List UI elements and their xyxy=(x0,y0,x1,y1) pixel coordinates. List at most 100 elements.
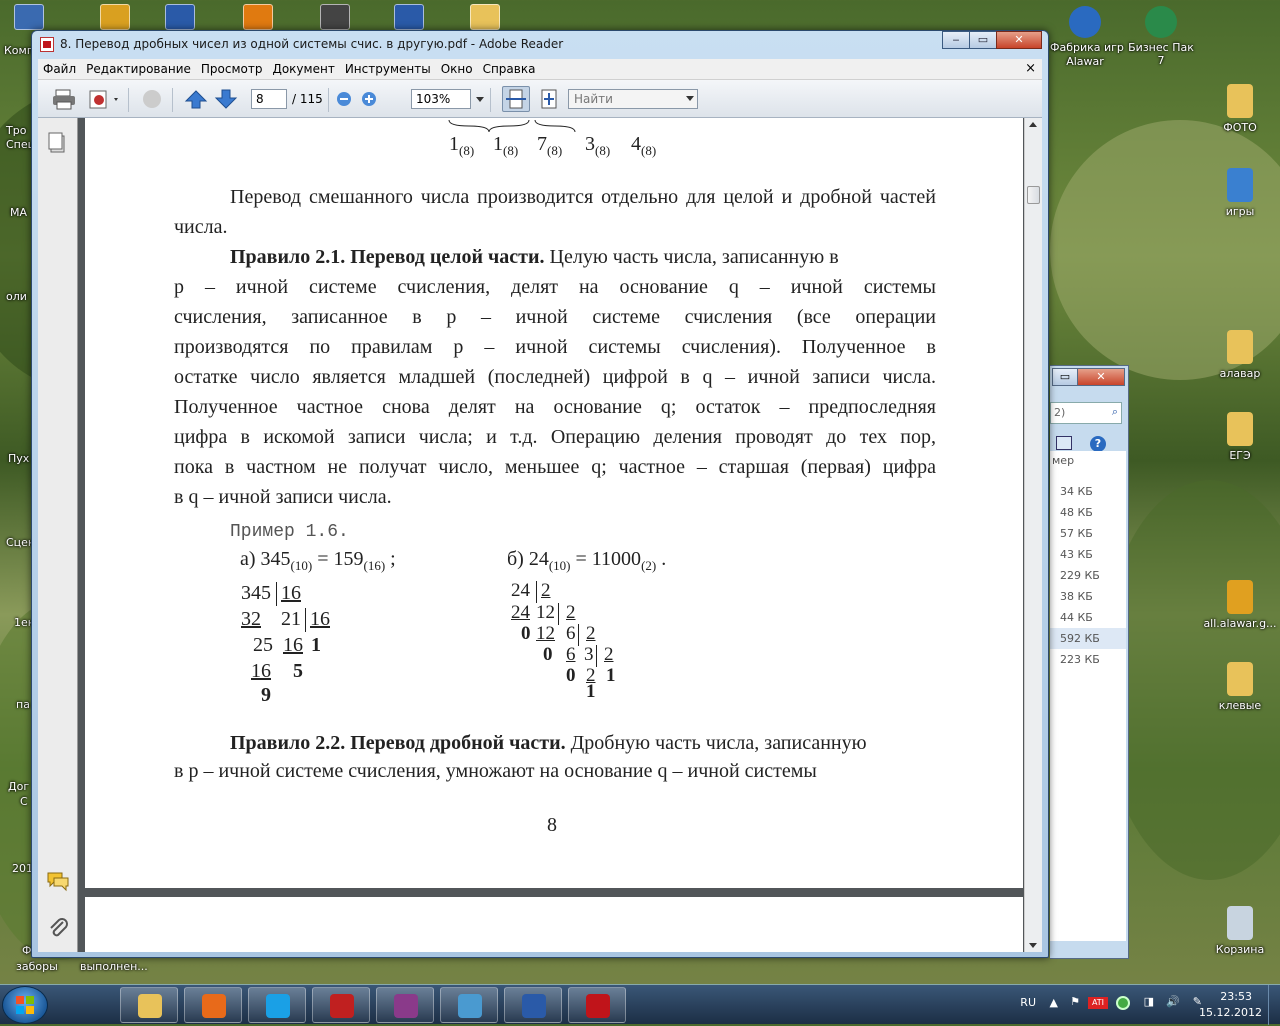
file-size[interactable]: 57 КБ xyxy=(1050,523,1126,544)
close-button[interactable]: ✕ xyxy=(1077,368,1125,386)
rule-2-1-text: Целую часть числа, записанную в xyxy=(549,246,839,268)
maximize-button[interactable]: ▭ xyxy=(969,31,997,49)
taskbar-alawar[interactable] xyxy=(312,987,370,1023)
fit-width-button[interactable] xyxy=(502,86,530,112)
word-doc-icon xyxy=(394,4,424,30)
next-page-button[interactable] xyxy=(214,88,238,110)
file-size[interactable]: 44 КБ xyxy=(1050,607,1126,628)
file-size[interactable]: 223 КБ xyxy=(1050,649,1126,670)
explorer-window[interactable]: ▭ ✕ 2) ⌕ ? мер 34 КБ 48 КБ 57 КБ 43 КБ 229 К… xyxy=(1050,365,1129,959)
desktop-icon[interactable] xyxy=(470,4,506,32)
desktop-icon[interactable] xyxy=(320,4,356,32)
desktop-icon-business-pack[interactable]: Бизнес Пак 7 xyxy=(1126,6,1196,67)
pdf-icon xyxy=(40,37,54,52)
word-icon xyxy=(522,994,546,1018)
desktop-icon[interactable] xyxy=(165,4,201,32)
paperclip-icon[interactable] xyxy=(46,916,70,940)
menu-window[interactable]: Окно xyxy=(436,59,478,79)
rule-2-2-title: Правило 2.2. Перевод дробной части. xyxy=(230,732,566,754)
comments-icon[interactable] xyxy=(46,870,70,892)
desktop-icon-2[interactable]: алавар xyxy=(1200,330,1280,380)
menu-file[interactable]: Файл xyxy=(38,59,81,79)
previous-page-button[interactable] xyxy=(184,88,208,110)
taskbar-adobe-reader[interactable] xyxy=(568,987,626,1023)
minimize-button[interactable]: ‒ xyxy=(942,31,970,49)
desktop-icon-game-factory[interactable]: Фабрика игр Alawar xyxy=(1050,6,1124,69)
taskbar-explorer-folder[interactable] xyxy=(120,987,178,1023)
alawar-icon xyxy=(330,994,354,1018)
flag-icon[interactable]: ⚑ xyxy=(1070,995,1080,1008)
pages-icon[interactable] xyxy=(48,132,68,154)
desktop-icon[interactable] xyxy=(394,4,430,32)
desktop-icon-label: Бизнес Пак 7 xyxy=(1128,41,1194,67)
menu-document[interactable]: Документ xyxy=(267,59,339,79)
desktop-icon-label: ЕГЭ xyxy=(1229,449,1251,462)
desktop-icon-1[interactable]: игры xyxy=(1200,168,1280,218)
title-bar[interactable]: 8. Перевод дробных чисел из одной систем… xyxy=(32,31,1048,59)
show-desktop-button[interactable] xyxy=(1268,985,1280,1025)
comment-disabled-button[interactable] xyxy=(140,88,164,110)
search-input[interactable]: Найти xyxy=(568,89,698,109)
file-size[interactable]: 229 КБ xyxy=(1050,565,1126,586)
desktop-icon[interactable] xyxy=(100,4,136,32)
example-title: Пример 1.6. xyxy=(230,522,349,542)
clock-date[interactable]: 15.12.2012 xyxy=(1199,1006,1262,1019)
fit-page-button[interactable] xyxy=(536,88,562,110)
recycle-bin-icon xyxy=(1227,906,1253,940)
desktop-icon-3[interactable]: ЕГЭ xyxy=(1200,412,1280,462)
rule-2-1-first-line: Правило 2.1. Перевод целой части. Целую … xyxy=(174,242,936,272)
print-button[interactable] xyxy=(52,88,76,110)
taskbar-firefox[interactable] xyxy=(184,987,242,1023)
show-hidden-icons[interactable]: ▲ xyxy=(1050,996,1058,1009)
zoom-select[interactable]: 103% xyxy=(411,89,484,109)
maximize-button[interactable]: ▭ xyxy=(1052,368,1078,386)
menu-help[interactable]: Справка xyxy=(478,59,541,79)
taskbar-skype[interactable] xyxy=(248,987,306,1023)
scroll-up-icon[interactable] xyxy=(1029,122,1037,127)
zoom-in-button[interactable] xyxy=(360,88,378,110)
page-number-input[interactable]: 8 xyxy=(251,89,287,109)
close-button[interactable]: ✕ xyxy=(996,31,1042,49)
taskbar-word[interactable] xyxy=(504,987,562,1023)
division-345-by-16: 345 16 32 21 16 25 16 1 16 5 9 xyxy=(241,582,330,706)
desktop-label-fragment: МА xyxy=(10,206,28,219)
file-size[interactable]: 38 КБ xyxy=(1050,586,1126,607)
network-icon[interactable]: ◨ xyxy=(1144,995,1154,1008)
start-button[interactable] xyxy=(2,986,48,1024)
menu-edit[interactable]: Редактирование xyxy=(81,59,196,79)
antivirus-icon[interactable]: ATI xyxy=(1088,997,1108,1009)
preview-pane-icon[interactable] xyxy=(1056,436,1072,450)
file-size[interactable]: 43 КБ xyxy=(1050,544,1126,565)
desktop-icon[interactable] xyxy=(243,4,279,32)
folder-icon xyxy=(1227,662,1253,696)
desktop-icon-0[interactable]: ФОТО xyxy=(1200,84,1280,134)
explorer-search[interactable]: 2) ⌕ xyxy=(1050,402,1122,424)
desktop-icon-6[interactable]: Корзина xyxy=(1200,906,1280,956)
vertical-scrollbar[interactable] xyxy=(1024,118,1042,952)
taskbar-photo-viewer[interactable] xyxy=(440,987,498,1023)
scrollbar-thumb[interactable] xyxy=(1027,186,1040,204)
zoom-out-button[interactable] xyxy=(335,88,353,110)
menu-view[interactable]: Просмотр xyxy=(196,59,268,79)
desktop-icon[interactable] xyxy=(14,4,50,32)
column-header[interactable]: мер xyxy=(1050,451,1126,471)
document-area[interactable]: 1(8) 1(8) 7(8) 3(8) 4(8) Перевод смешанного … xyxy=(78,118,1024,952)
status-icon[interactable] xyxy=(1116,996,1130,1010)
desktop-icon-4[interactable]: all.alawar.g... xyxy=(1200,580,1280,630)
toolbar: 8 / 115 103% Найти xyxy=(38,80,1042,118)
share-button[interactable] xyxy=(88,88,122,110)
file-size[interactable]: 48 КБ xyxy=(1050,502,1126,523)
clock-time[interactable]: 23:53 xyxy=(1220,990,1252,1003)
menu-tools[interactable]: Инструменты xyxy=(340,59,436,79)
rule-2-1-line: счисления, записанное в p – ичной систем… xyxy=(174,306,936,328)
scroll-down-icon[interactable] xyxy=(1029,943,1037,948)
file-size[interactable]: 592 КБ xyxy=(1050,628,1126,649)
adobe-reader-window[interactable]: 8. Перевод дробных чисел из одной систем… xyxy=(31,30,1049,958)
file-size[interactable]: 34 КБ xyxy=(1050,481,1126,502)
taskbar-winrar[interactable] xyxy=(376,987,434,1023)
close-document-button[interactable]: × xyxy=(1025,61,1036,76)
desktop-icon-5[interactable]: клевые xyxy=(1200,662,1280,712)
help-icon[interactable]: ? xyxy=(1090,436,1106,452)
volume-icon[interactable]: 🔊 xyxy=(1166,995,1180,1008)
language-indicator[interactable]: RU xyxy=(1020,996,1036,1009)
